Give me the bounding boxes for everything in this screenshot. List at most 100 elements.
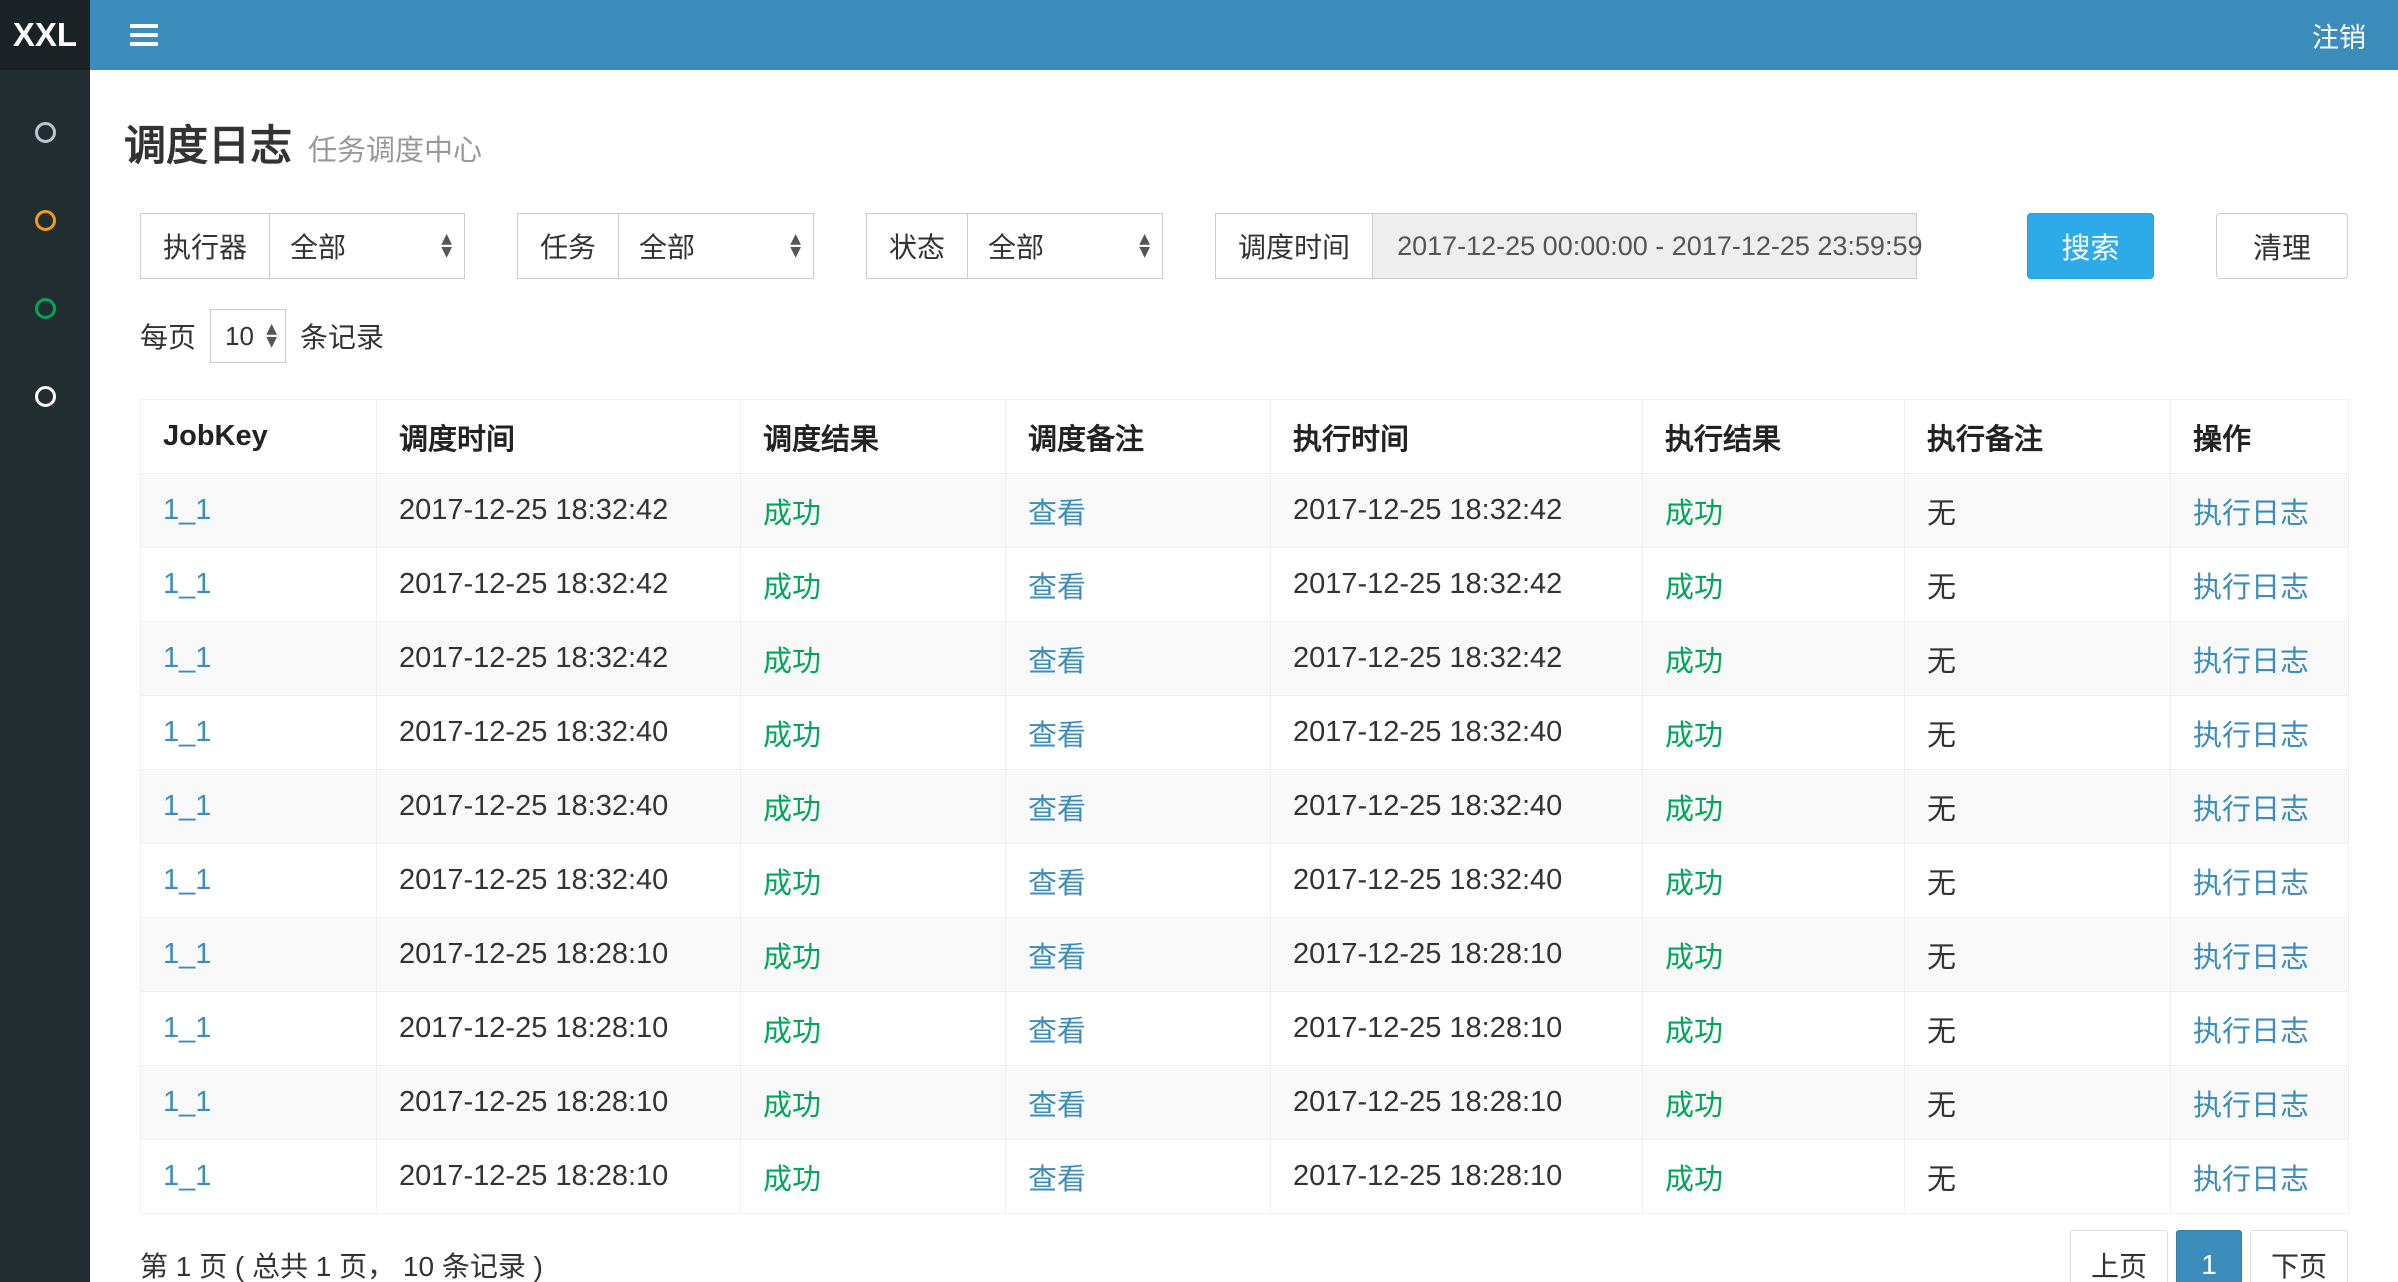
trigger-msg-link[interactable]: 查看 <box>1028 868 1086 900</box>
sidebar-item-menu-2[interactable] <box>0 176 90 264</box>
trigger-time-cell: 2017-12-25 18:32:42 <box>377 474 741 548</box>
executor-filter-label: 执行器 <box>140 213 269 279</box>
trigger-time-cell: 2017-12-25 18:28:10 <box>377 992 741 1066</box>
trigger-msg-link[interactable]: 查看 <box>1028 1090 1086 1122</box>
trigger-msg-link[interactable]: 查看 <box>1028 1016 1086 1048</box>
select-stepper-icon: ▲▼ <box>266 323 277 349</box>
page-size-row: 每页 10 ▲▼ 条记录 <box>140 309 2348 363</box>
trigger-msg-link[interactable]: 查看 <box>1028 942 1086 974</box>
trigger-msg-link[interactable]: 查看 <box>1028 498 1086 530</box>
handle-result-cell: 成功 <box>1643 844 1905 918</box>
jobkey-link[interactable]: 1_1 <box>163 494 211 526</box>
handle-msg-cell: 无 <box>1905 844 2171 918</box>
executor-select[interactable]: 全部 ▲▼ <box>269 213 465 279</box>
jobkey-link[interactable]: 1_1 <box>163 938 211 970</box>
search-button[interactable]: 搜索 <box>2027 213 2154 279</box>
log-table-body: 1_1 2017-12-25 18:32:42 成功 查看 2017-12-25… <box>141 474 2349 1214</box>
current-page-button[interactable]: 1 <box>2176 1230 2242 1282</box>
trigger-msg-link[interactable]: 查看 <box>1028 794 1086 826</box>
header-handle-time: 执行时间 <box>1271 400 1643 474</box>
handle-time-cell: 2017-12-25 18:32:40 <box>1271 844 1643 918</box>
jobkey-link[interactable]: 1_1 <box>163 568 211 600</box>
handle-time-cell: 2017-12-25 18:32:40 <box>1271 696 1643 770</box>
job-select[interactable]: 全部 ▲▼ <box>618 213 814 279</box>
exec-log-link[interactable]: 执行日志 <box>2193 572 2309 604</box>
trigger-msg-cell: 查看 <box>1006 622 1271 696</box>
action-cell: 执行日志 <box>2171 770 2349 844</box>
select-stepper-icon: ▲▼ <box>1139 233 1150 259</box>
handle-msg-cell: 无 <box>1905 696 2171 770</box>
exec-log-link[interactable]: 执行日志 <box>2193 1164 2309 1196</box>
status-select[interactable]: 全部 ▲▼ <box>967 213 1163 279</box>
jobkey-link[interactable]: 1_1 <box>163 1086 211 1118</box>
exec-log-link[interactable]: 执行日志 <box>2193 498 2309 530</box>
clean-button[interactable]: 清理 <box>2216 213 2348 279</box>
table-row: 1_1 2017-12-25 18:28:10 成功 查看 2017-12-25… <box>141 1140 2349 1214</box>
logout-link[interactable]: 注销 <box>2312 16 2366 55</box>
table-row: 1_1 2017-12-25 18:28:10 成功 查看 2017-12-25… <box>141 918 2349 992</box>
header-trigger-msg: 调度备注 <box>1006 400 1271 474</box>
pagination: 上页 1 下页 <box>2070 1230 2348 1282</box>
trigger-msg-link[interactable]: 查看 <box>1028 646 1086 678</box>
table-row: 1_1 2017-12-25 18:28:10 成功 查看 2017-12-25… <box>141 1066 2349 1140</box>
handle-msg-cell: 无 <box>1905 1066 2171 1140</box>
exec-log-link[interactable]: 执行日志 <box>2193 942 2309 974</box>
trigger-msg-cell: 查看 <box>1006 918 1271 992</box>
action-cell: 执行日志 <box>2171 474 2349 548</box>
handle-time-cell: 2017-12-25 18:28:10 <box>1271 992 1643 1066</box>
jobkey-link[interactable]: 1_1 <box>163 716 211 748</box>
table-footer: 第 1 页 ( 总共 1 页， 10 条记录 ) 上页 1 下页 <box>140 1230 2348 1282</box>
app-logo[interactable]: XXL <box>0 0 90 70</box>
header-trigger-time: 调度时间 <box>377 400 741 474</box>
select-stepper-icon: ▲▼ <box>441 233 452 259</box>
jobkey-link[interactable]: 1_1 <box>163 1012 211 1044</box>
exec-log-link[interactable]: 执行日志 <box>2193 646 2309 678</box>
exec-log-link[interactable]: 执行日志 <box>2193 794 2309 826</box>
sidebar-menu <box>0 70 90 1282</box>
handle-time-cell: 2017-12-25 18:28:10 <box>1271 918 1643 992</box>
prev-page-button[interactable]: 上页 <box>2070 1230 2168 1282</box>
job-filter-group: 任务 全部 ▲▼ <box>517 213 814 279</box>
jobkey-cell: 1_1 <box>141 548 377 622</box>
jobkey-link[interactable]: 1_1 <box>163 790 211 822</box>
trigger-msg-link[interactable]: 查看 <box>1028 720 1086 752</box>
jobkey-cell: 1_1 <box>141 474 377 548</box>
sidebar-toggle-icon[interactable] <box>120 14 168 56</box>
page-size-select[interactable]: 10 ▲▼ <box>210 309 286 363</box>
trigger-result-cell: 成功 <box>741 1140 1006 1214</box>
handle-msg-cell: 无 <box>1905 548 2171 622</box>
exec-log-link[interactable]: 执行日志 <box>2193 1016 2309 1048</box>
trigger-msg-link[interactable]: 查看 <box>1028 1164 1086 1196</box>
table-row: 1_1 2017-12-25 18:32:42 成功 查看 2017-12-25… <box>141 622 2349 696</box>
handle-time-cell: 2017-12-25 18:28:10 <box>1271 1140 1643 1214</box>
exec-log-link[interactable]: 执行日志 <box>2193 720 2309 752</box>
table-row: 1_1 2017-12-25 18:32:42 成功 查看 2017-12-25… <box>141 474 2349 548</box>
handle-result-cell: 成功 <box>1643 548 1905 622</box>
filter-bar: 执行器 全部 ▲▼ 任务 全部 ▲▼ 状态 全部 ▲▼ 调度时间 2017-12… <box>140 213 2348 279</box>
table-header-row: JobKey 调度时间 调度结果 调度备注 执行时间 执行结果 执行备注 操作 <box>141 400 2349 474</box>
exec-log-link[interactable]: 执行日志 <box>2193 1090 2309 1122</box>
trigger-result-cell: 成功 <box>741 844 1006 918</box>
jobkey-cell: 1_1 <box>141 1140 377 1214</box>
time-range-input[interactable]: 2017-12-25 00:00:00 - 2017-12-25 23:59:5… <box>1372 213 1917 279</box>
sidebar-item-menu-4[interactable] <box>0 352 90 440</box>
trigger-msg-link[interactable]: 查看 <box>1028 572 1086 604</box>
executor-filter-group: 执行器 全部 ▲▼ <box>140 213 465 279</box>
jobkey-cell: 1_1 <box>141 1066 377 1140</box>
next-page-button[interactable]: 下页 <box>2250 1230 2348 1282</box>
trigger-time-cell: 2017-12-25 18:28:10 <box>377 1066 741 1140</box>
circle-icon <box>35 298 56 319</box>
handle-result-cell: 成功 <box>1643 622 1905 696</box>
table-row: 1_1 2017-12-25 18:28:10 成功 查看 2017-12-25… <box>141 992 2349 1066</box>
header-action: 操作 <box>2171 400 2349 474</box>
action-cell: 执行日志 <box>2171 696 2349 770</box>
exec-log-link[interactable]: 执行日志 <box>2193 868 2309 900</box>
jobkey-link[interactable]: 1_1 <box>163 864 211 896</box>
sidebar-item-menu-3[interactable] <box>0 264 90 352</box>
trigger-msg-cell: 查看 <box>1006 1066 1271 1140</box>
jobkey-link[interactable]: 1_1 <box>163 1160 211 1192</box>
table-row: 1_1 2017-12-25 18:32:40 成功 查看 2017-12-25… <box>141 770 2349 844</box>
jobkey-link[interactable]: 1_1 <box>163 642 211 674</box>
sidebar-item-menu-1[interactable] <box>0 88 90 176</box>
handle-result-cell: 成功 <box>1643 918 1905 992</box>
